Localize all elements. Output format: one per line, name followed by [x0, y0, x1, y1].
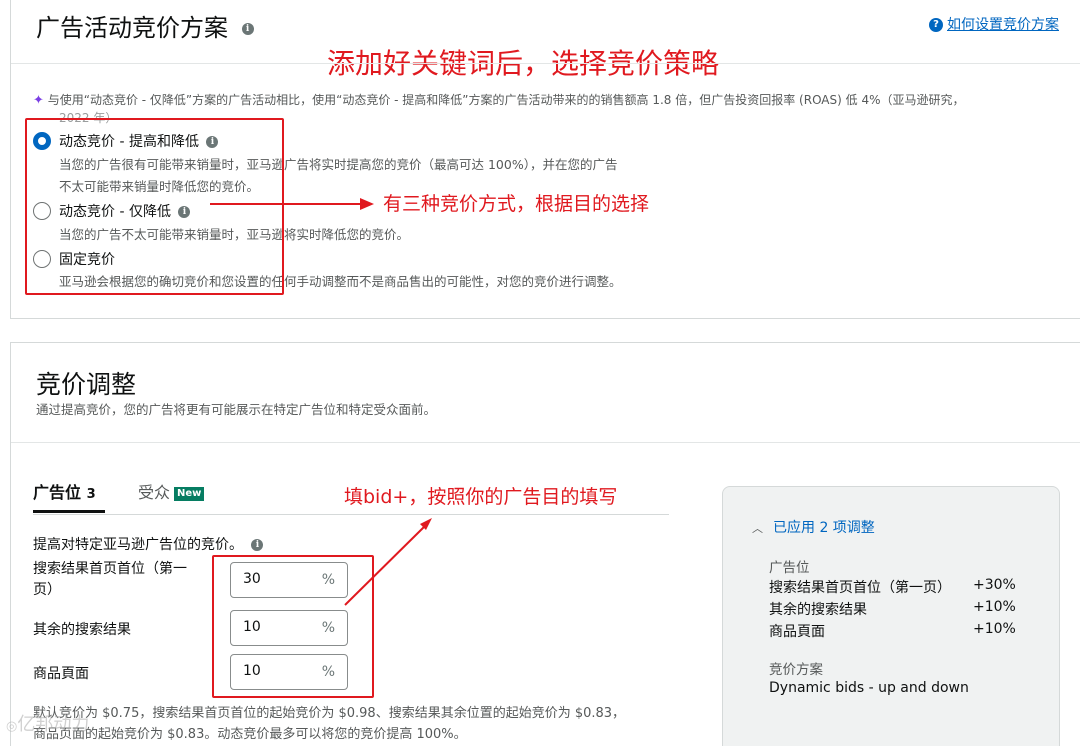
annotation-arrow-right — [210, 198, 374, 210]
tab-audiences[interactable]: 受众 New — [138, 479, 205, 503]
summary-placement-heading: 广告位 — [769, 560, 810, 576]
help-link-container: ? 如何设置竞价方案 — [929, 14, 1059, 34]
default-bid-info-line1: 默认竞价为 $0.75，搜索结果首页首位的起始竞价为 $0.98、搜索结果其余位… — [33, 706, 626, 721]
placement-label-top-line2: 页） — [33, 582, 61, 598]
bidding-strategy-title-text: 广告活动竞价方案 — [36, 14, 228, 42]
new-badge: New — [174, 486, 205, 501]
watermark-text: 亿邦动力 — [17, 714, 90, 735]
tab-audiences-label: 受众 — [138, 483, 171, 502]
summary-header: 已应用 2 项调整 — [773, 520, 875, 536]
placement-section-label-text: 提高对特定亚马逊广告位的竞价。 — [33, 537, 243, 553]
annotation-choose-strategy: 添加好关键词后，选择竞价策略 — [327, 47, 720, 80]
summary-row-name: 商品頁面 — [769, 624, 825, 640]
watermark-logo: ◎ — [6, 719, 18, 734]
placement-label-top-line1: 搜索结果首页首位（第一 — [33, 561, 187, 577]
summary-row-value: +30% — [973, 577, 1016, 593]
summary-row-name: 搜索结果首页首位（第一页） — [769, 580, 951, 596]
bid-adjustments-title: 竞价调整 — [36, 370, 137, 399]
info-icon[interactable]: i — [251, 539, 264, 551]
watermark: ◎亿邦动力 — [6, 710, 89, 736]
annotation-three-methods: 有三种竞价方式，根据目的选择 — [383, 193, 650, 215]
placement-section-label: 提高对特定亚马逊广告位的竞价。 i — [33, 534, 264, 554]
placement-label-top-of-search: 搜索结果首页首位（第一 页） — [33, 559, 187, 601]
bid-adjustments-subtitle: 通过提高竞价，您的广告将更有可能展示在特定广告位和特定受众面前。 — [36, 402, 437, 417]
tab-placements[interactable]: 广告位 3 — [33, 479, 96, 503]
placement-label-rest-of-search: 其余的搜索结果 — [33, 622, 131, 638]
tip-text-line1: 与使用“动态竞价 - 仅降低”方案的广告活动相比，使用“动态竞价 - 提高和降低… — [47, 93, 965, 107]
how-to-set-bidding-link[interactable]: 如何设置竞价方案 — [947, 17, 1059, 33]
chevron-up-icon: ︿ — [752, 522, 763, 535]
bidding-strategy-title: 广告活动竞价方案 i — [36, 8, 254, 43]
tab-placements-label: 广告位 — [33, 483, 82, 502]
tab-placements-count: 3 — [86, 487, 96, 502]
tab-active-indicator — [33, 510, 105, 513]
summary-row-value: +10% — [973, 621, 1016, 637]
annotation-fill-bid: 填bid+，按照你的广告目的填写 — [344, 486, 618, 508]
tip-container: ✦ 与使用“动态竞价 - 仅降低”方案的广告活动相比，使用“动态竞价 - 提高和… — [33, 91, 964, 108]
help-icon: ? — [929, 17, 943, 32]
summary-toggle[interactable]: ︿ 已应用 2 项调整 — [752, 517, 875, 537]
default-bid-info-line2: 商品页面的起始竞价为 $0.83。动态竞价最多可以将您的竞价提高 100%。 — [33, 727, 467, 742]
annotation-arrow-diagonal — [344, 518, 432, 606]
sparkle-icon: ✦ — [33, 93, 44, 108]
summary-strategy-value: Dynamic bids - up and down — [769, 680, 969, 696]
summary-row-name: 其余的搜索结果 — [769, 602, 867, 618]
summary-row-value: +10% — [973, 599, 1016, 615]
info-icon[interactable]: i — [241, 23, 254, 35]
card1-divider — [11, 63, 1080, 64]
card2-divider — [11, 442, 1080, 443]
placement-label-product-pages: 商品頁面 — [33, 666, 89, 682]
summary-strategy-heading: 竞价方案 — [769, 662, 823, 678]
